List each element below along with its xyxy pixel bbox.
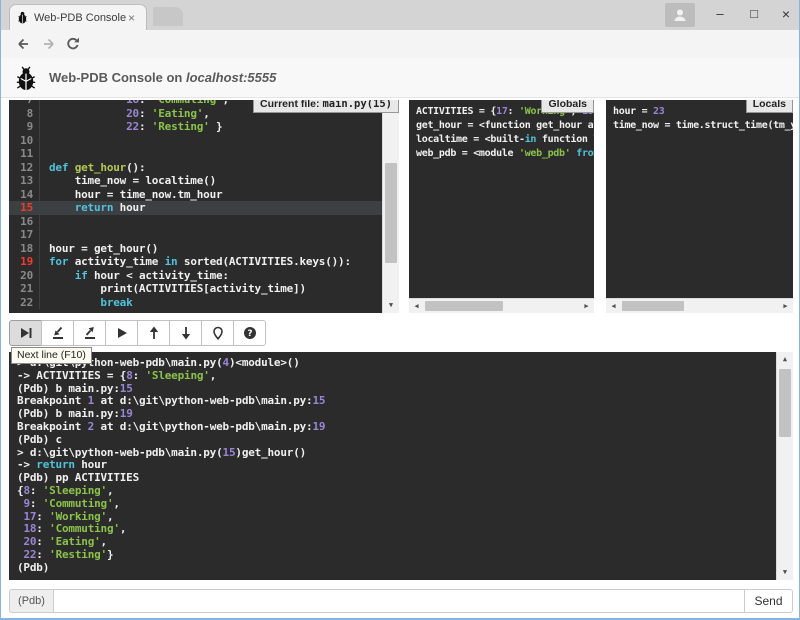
console-line: 17: 'Working',	[17, 511, 776, 524]
up-arrow-icon	[147, 326, 161, 340]
step-into-icon	[51, 326, 65, 340]
scroll-right-icon[interactable]: ▶	[579, 299, 594, 313]
globals-tag: Globals	[541, 100, 594, 113]
tab-title: Web-PDB Console on loc	[34, 12, 126, 24]
console-line: 18: 'Commuting',	[17, 523, 776, 536]
scroll-up-icon[interactable]: ▲	[777, 352, 793, 367]
locals-lines: hour = 23time_now = time.struct_time(tm_…	[613, 105, 793, 298]
console-line: {8: 'Sleeping',	[17, 485, 776, 498]
app-header: Web-PDB Console on localhost:5555	[1, 58, 799, 98]
page-title: Web-PDB Console on localhost:5555	[49, 70, 276, 85]
global-variable-line: web_pdb = <module 'web_pdb' from '	[416, 147, 594, 161]
locals-tag: Locals	[746, 100, 793, 113]
console-line: 22: 'Resting'}	[17, 549, 776, 562]
globals-scrollbar-thumb[interactable]	[425, 301, 503, 311]
code-line: 18hour = get_hour()	[9, 242, 382, 256]
next-line-icon	[19, 326, 33, 340]
scroll-right-icon[interactable]: ▶	[778, 299, 793, 313]
console-vertical-scrollbar[interactable]: ▲ ▼	[776, 352, 793, 580]
scroll-down-icon[interactable]: ▼	[383, 298, 399, 313]
code-line: 14 hour = time_now.tm_hour	[9, 188, 382, 202]
pdb-command-input[interactable]	[53, 589, 745, 613]
minimize-button[interactable]: –	[703, 0, 737, 28]
browser-toolbar: localhost:5555 ☆ ⋮	[1, 30, 799, 59]
global-variable-line: get_hour = <function get_hour at 0	[416, 119, 594, 133]
console-line: (Pdb)	[17, 562, 776, 575]
console-scrollbar-thumb[interactable]	[779, 369, 791, 437]
code-line: 21 print(ACTIVITIES[activity_time])	[9, 282, 382, 296]
global-variable-line: localtime = <built-in function loca	[416, 133, 594, 147]
maximize-button[interactable]: □	[737, 0, 771, 28]
browser-tab[interactable]: Web-PDB Console on loc ×	[9, 4, 147, 30]
current-file-panel: Current file: main.py(15) 7 18: 'Commuti…	[9, 100, 399, 313]
code-line: 15 return hour	[9, 201, 382, 215]
frame-down-button[interactable]	[169, 320, 202, 346]
console-line: > d:\git\python-web-pdb\main.py(15)get_h…	[17, 447, 776, 460]
debugger-toolbar: ?	[9, 320, 266, 346]
code-line: 19for activity_time in sorted(ACTIVITIES…	[9, 255, 382, 269]
web-pdb-logo-bug-icon	[14, 64, 38, 91]
down-arrow-icon	[179, 326, 193, 340]
code-line: 12def get_hour():	[9, 161, 382, 175]
console-line: Breakpoint 2 at d:\git\python-web-pdb\ma…	[17, 421, 776, 434]
code-scrollbar-thumb[interactable]	[385, 163, 397, 263]
globals-panel: Globals ACTIVITIES = {17: 'Working', 18:…	[409, 100, 594, 313]
local-variable-line: time_now = time.struct_time(tm_yea	[613, 119, 793, 133]
page-title-host: localhost:5555	[186, 70, 276, 85]
scroll-left-icon[interactable]: ◀	[606, 299, 621, 313]
locals-panel: Locals hour = 23time_now = time.struct_t…	[606, 100, 793, 313]
scroll-left-icon[interactable]: ◀	[409, 299, 424, 313]
where-button[interactable]	[201, 320, 234, 346]
send-button[interactable]: Send	[745, 589, 793, 613]
tab-strip: Web-PDB Console on loc × – □ ×	[1, 0, 799, 30]
pdb-prompt-label: (Pdb)	[9, 589, 53, 613]
console-line: (Pdb) pp ACTIVITIES	[17, 472, 776, 485]
code-line: 10	[9, 134, 382, 148]
continue-button[interactable]	[105, 320, 138, 346]
code-vertical-scrollbar[interactable]: ▲ ▼	[382, 100, 399, 313]
command-input-row: (Pdb) Send	[9, 589, 793, 613]
map-pin-icon	[211, 326, 225, 340]
reload-icon[interactable]	[65, 36, 81, 52]
console-lines: > d:\git\python-web-pdb\main.py(4)<modul…	[17, 357, 776, 580]
code-line: 13 time_now = localtime()	[9, 174, 382, 188]
console-line: 20: 'Eating',	[17, 536, 776, 549]
next-line-button[interactable]	[9, 320, 42, 346]
person-icon	[672, 7, 688, 23]
help-button[interactable]: ?	[233, 320, 266, 346]
frame-up-button[interactable]	[137, 320, 170, 346]
console-line: 9: 'Commuting',	[17, 498, 776, 511]
scroll-down-icon[interactable]: ▼	[777, 565, 793, 580]
globals-lines: ACTIVITIES = {17: 'Working', 18: 'get_ho…	[416, 105, 594, 298]
continue-icon	[115, 326, 129, 340]
next-line-tooltip: Next line (F10)	[11, 347, 92, 364]
pdb-console-panel: PDB Console > d:\git\python-web-pdb\main…	[9, 352, 793, 580]
return-button[interactable]	[73, 320, 106, 346]
close-window-button[interactable]: ×	[769, 0, 800, 28]
locals-horizontal-scrollbar[interactable]: ◀ ▶	[606, 298, 793, 313]
browser-window: Web-PDB Console on loc × – □ × localhost…	[0, 0, 800, 620]
favicon-bug-icon	[16, 11, 29, 24]
code-line: 17	[9, 228, 382, 242]
locals-scrollbar-thumb[interactable]	[622, 301, 684, 311]
back-icon[interactable]	[15, 36, 31, 52]
globals-horizontal-scrollbar[interactable]: ◀ ▶	[409, 298, 594, 313]
step-into-button[interactable]	[41, 320, 74, 346]
code-line: 22 break	[9, 296, 382, 310]
code-line: 16	[9, 215, 382, 229]
profile-button[interactable]	[665, 3, 695, 27]
new-tab-button[interactable]	[153, 7, 183, 26]
help-icon: ?	[243, 326, 257, 340]
code-lines: 7 18: 'Commuting',8 20: 'Eating',9 22: '…	[9, 100, 382, 309]
code-line: 11	[9, 147, 382, 161]
svg-text:?: ?	[247, 329, 252, 339]
tab-close-icon[interactable]: ×	[128, 13, 135, 23]
forward-icon[interactable]	[41, 36, 57, 52]
current-file-tag: Current file: main.py(15)	[253, 100, 399, 113]
step-out-icon	[83, 326, 97, 340]
code-line: 20 if hour < activity_time:	[9, 269, 382, 283]
code-line: 9 22: 'Resting' }	[9, 120, 382, 134]
